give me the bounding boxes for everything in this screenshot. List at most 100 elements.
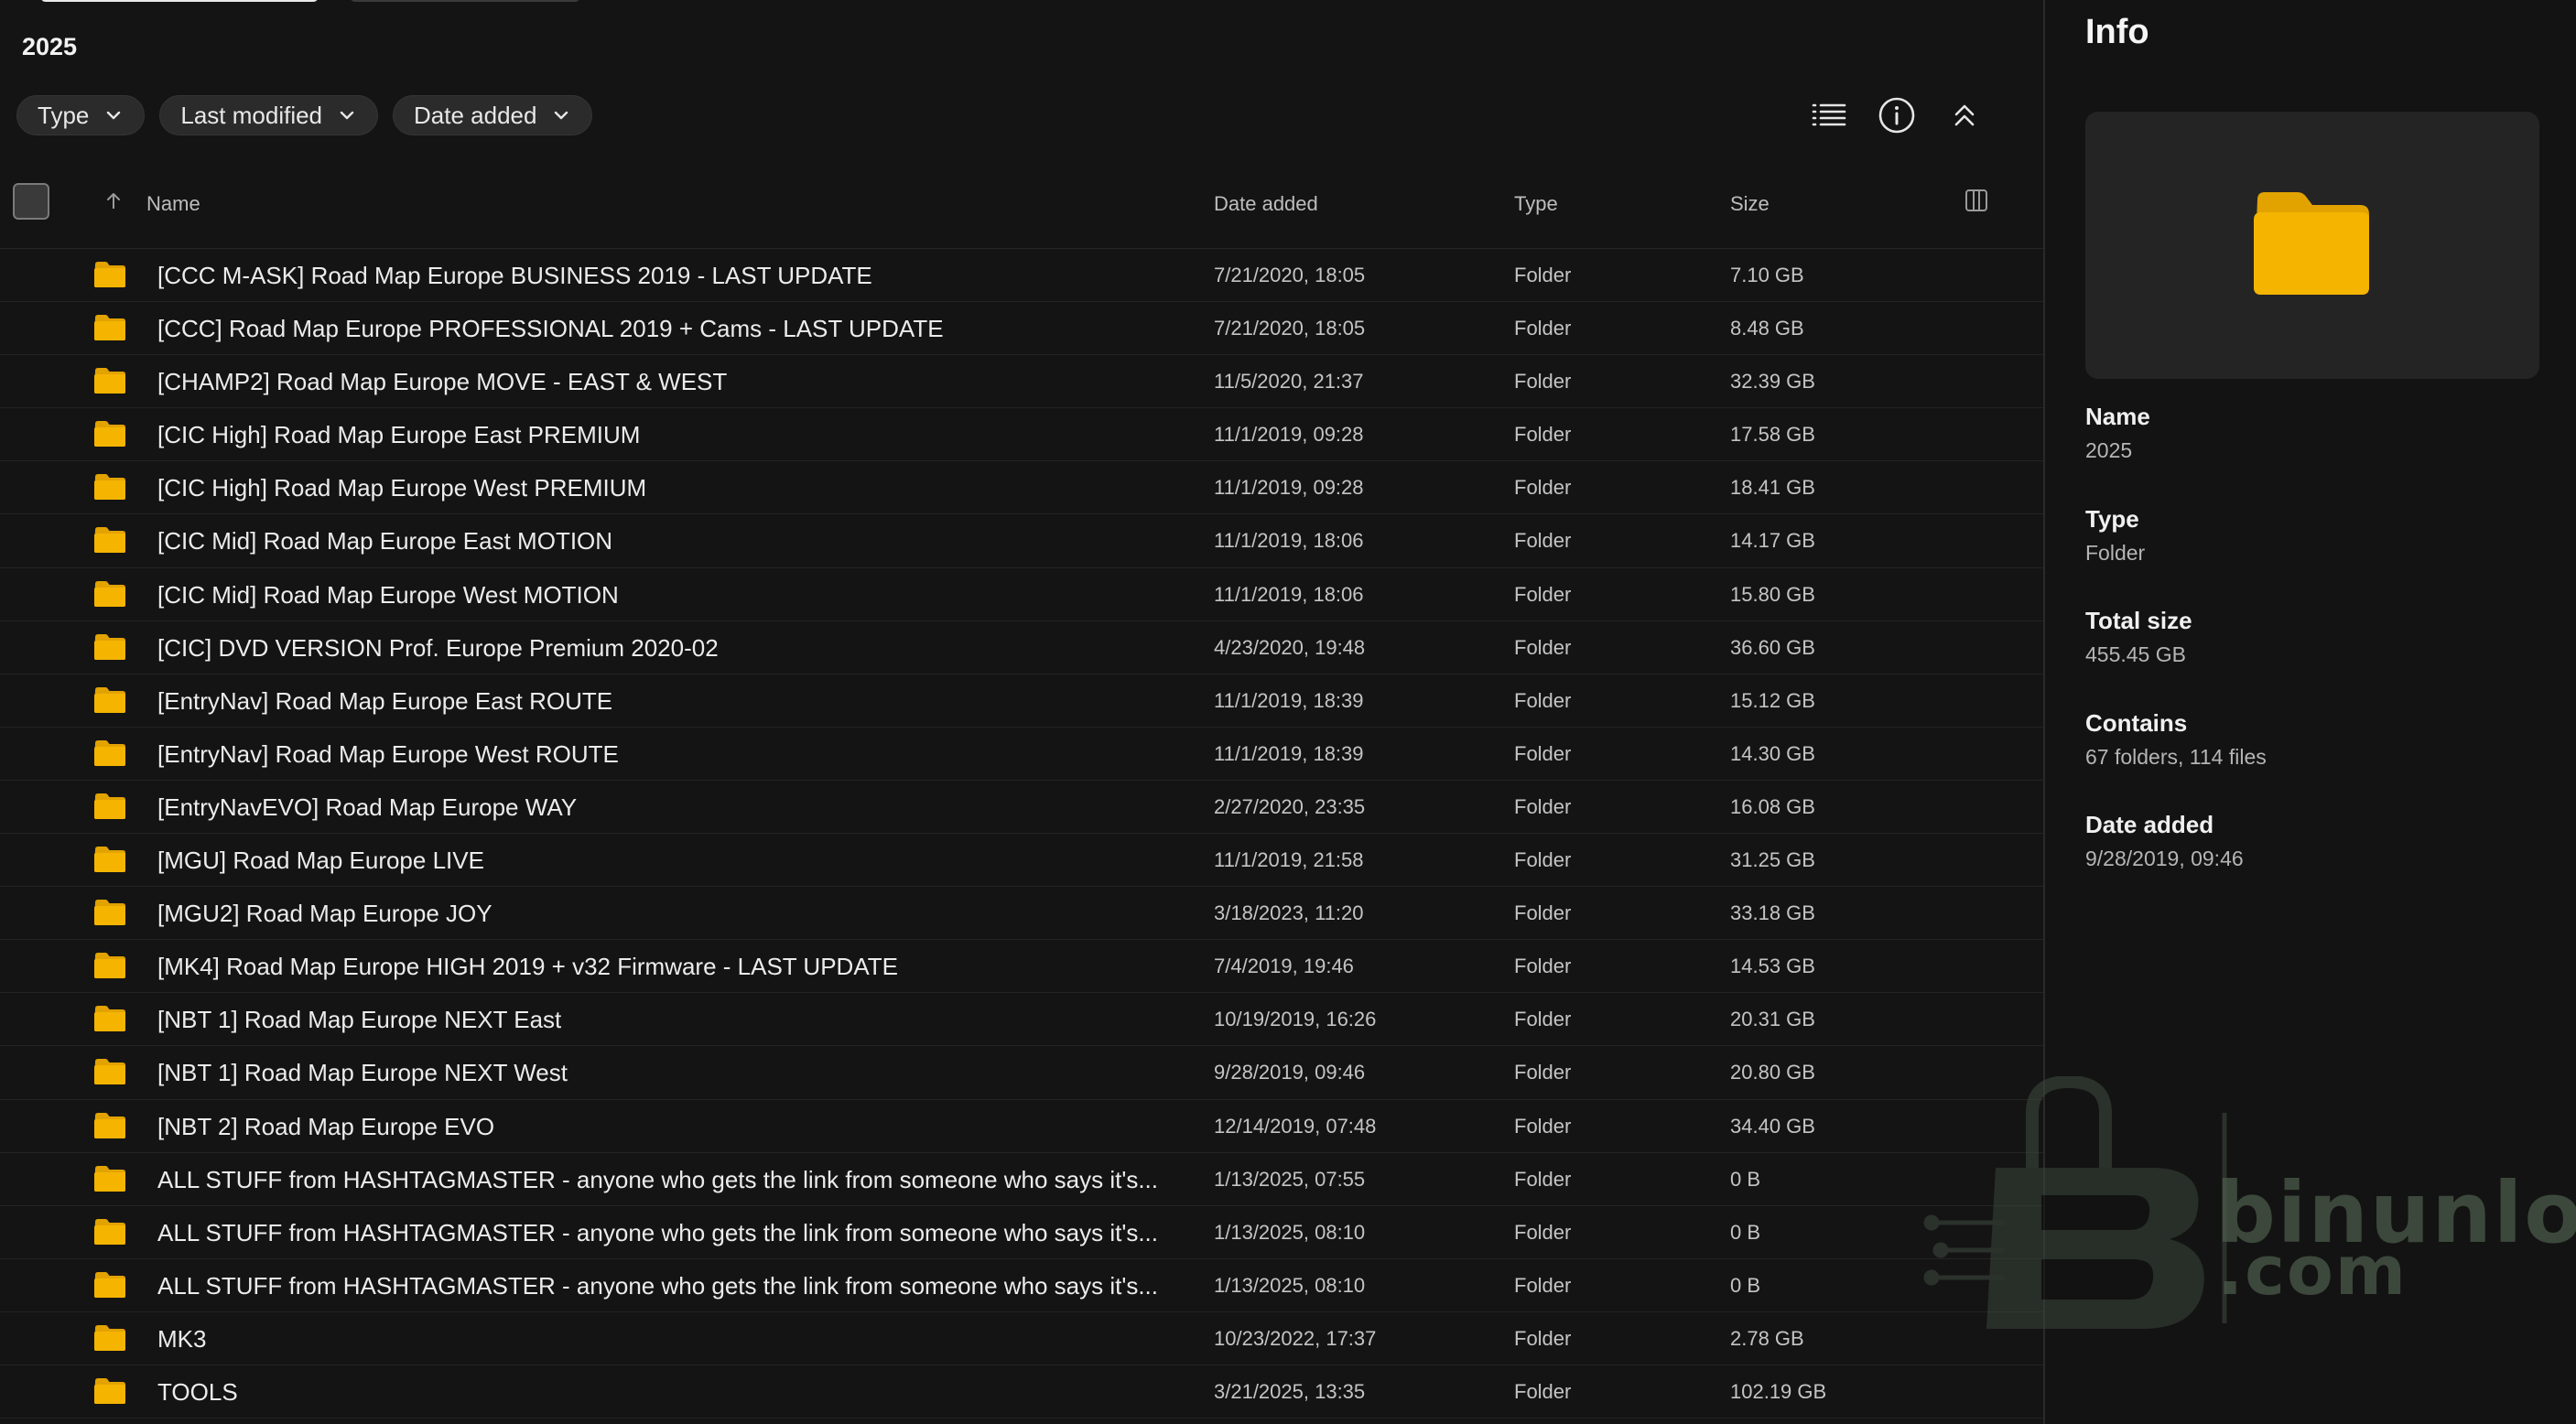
table-row[interactable]: [CIC High] Road Map Europe West PREMIUM 1…: [0, 461, 2043, 515]
table-row[interactable]: [EntryNav] Road Map Europe West ROUTE 11/…: [0, 728, 2043, 781]
file-date-added: 11/1/2019, 18:06: [1214, 582, 1364, 606]
file-size: 36.60 GB: [1730, 635, 1815, 659]
column-header-size[interactable]: Size: [1730, 192, 1770, 216]
file-date-added: 11/1/2019, 09:28: [1214, 476, 1364, 500]
table-row[interactable]: [MK4] Road Map Europe HIGH 2019 + v32 Fi…: [0, 940, 2043, 994]
file-size: 14.30 GB: [1730, 741, 1815, 765]
info-property-key: Total size: [2085, 607, 2192, 634]
file-size: 31.25 GB: [1730, 848, 1815, 872]
table-row[interactable]: [CCC] Road Map Europe PROFESSIONAL 2019 …: [0, 302, 2043, 356]
file-name[interactable]: ALL STUFF from HASHTAGMASTER - anyone wh…: [157, 1272, 1158, 1300]
column-header-name[interactable]: Name: [146, 192, 200, 216]
info-property-key: Contains: [2085, 709, 2188, 737]
file-name[interactable]: [EntryNav] Road Map Europe East ROUTE: [157, 687, 612, 716]
file-name[interactable]: ALL STUFF from HASHTAGMASTER - anyone wh…: [157, 1219, 1158, 1247]
file-name[interactable]: [CIC Mid] Road Map Europe West MOTION: [157, 581, 619, 610]
file-date-added: 12/14/2019, 07:48: [1214, 1114, 1377, 1138]
info-property-key: Type: [2085, 505, 2139, 533]
info-property-value: 9/28/2019, 09:46: [2085, 847, 2244, 870]
folder-icon: [94, 262, 125, 287]
file-size: 2.78 GB: [1730, 1326, 1804, 1350]
info-property: Date added 9/28/2019, 09:46: [2085, 811, 2244, 871]
collapse-icon[interactable]: [1944, 93, 1985, 137]
file-name[interactable]: [CIC High] Road Map Europe East PREMIUM: [157, 421, 640, 449]
info-icon[interactable]: [1877, 93, 1917, 137]
table-row[interactable]: [CIC High] Road Map Europe East PREMIUM 1…: [0, 408, 2043, 462]
file-date-added: 1/13/2025, 07:55: [1214, 1167, 1366, 1191]
filter-last-modified-button[interactable]: Last modified: [159, 95, 379, 135]
filter-date-added-button[interactable]: Date added: [393, 95, 593, 135]
file-name[interactable]: [CIC Mid] Road Map Europe East MOTION: [157, 527, 612, 556]
file-name[interactable]: [CIC] DVD VERSION Prof. Europe Premium 2…: [157, 634, 719, 663]
file-name[interactable]: [NBT 1] Road Map Europe NEXT West: [157, 1059, 568, 1087]
table-row[interactable]: [EntryNav] Road Map Europe East ROUTE 11/…: [0, 674, 2043, 728]
table-row[interactable]: [MGU] Road Map Europe LIVE 11/1/2019, 21:…: [0, 834, 2043, 888]
table-row[interactable]: [NBT 2] Road Map Europe EVO 12/14/2019, 0…: [0, 1100, 2043, 1153]
file-size: 0 B: [1730, 1273, 1761, 1297]
file-list: [CCC M-ASK] Road Map Europe BUSINESS 201…: [0, 249, 2043, 1419]
column-header-type[interactable]: Type: [1514, 192, 1558, 216]
filter-type-button[interactable]: Type: [16, 95, 146, 135]
file-date-added: 9/28/2019, 09:46: [1214, 1061, 1366, 1084]
folder-icon: [94, 580, 125, 607]
table-row[interactable]: [CHAMP2] Road Map Europe MOVE - EAST & W…: [0, 355, 2043, 409]
file-type: Folder: [1514, 794, 1572, 818]
file-name[interactable]: TOOLS: [157, 1378, 238, 1407]
folder-icon: [94, 474, 125, 501]
table-row[interactable]: ALL STUFF from HASHTAGMASTER - anyone wh…: [0, 1259, 2043, 1312]
chevron-down-icon: [103, 105, 124, 125]
file-name[interactable]: [CHAMP2] Road Map Europe MOVE - EAST & W…: [157, 368, 727, 396]
file-name[interactable]: ALL STUFF from HASHTAGMASTER - anyone wh…: [157, 1166, 1158, 1194]
table-row[interactable]: [CIC Mid] Road Map Europe East MOTION 11/…: [0, 514, 2043, 568]
folder-icon: [94, 1377, 125, 1404]
file-type: Folder: [1514, 688, 1572, 712]
file-browser-main: 2025 Type Last modified Date added Name …: [0, 0, 2043, 1424]
table-row[interactable]: [CIC] DVD VERSION Prof. Europe Premium 2…: [0, 621, 2043, 674]
file-date-added: 3/21/2025, 13:35: [1214, 1379, 1366, 1403]
table-row[interactable]: [EntryNavEVO] Road Map Europe WAY 2/27/20…: [0, 781, 2043, 835]
table-row[interactable]: [CCC M-ASK] Road Map Europe BUSINESS 201…: [0, 249, 2043, 303]
table-row[interactable]: [NBT 1] Road Map Europe NEXT East 10/19/2…: [0, 993, 2043, 1047]
file-name[interactable]: [MGU] Road Map Europe LIVE: [157, 847, 484, 875]
table-row[interactable]: [CIC Mid] Road Map Europe West MOTION 11/…: [0, 568, 2043, 621]
tab-inactive[interactable]: [350, 0, 580, 2]
file-name[interactable]: [CIC High] Road Map Europe West PREMIUM: [157, 474, 646, 502]
file-size: 14.17 GB: [1730, 529, 1815, 553]
table-row[interactable]: MK3 10/23/2022, 17:37 Folder 2.78 GB: [0, 1312, 2043, 1365]
file-name[interactable]: [EntryNav] Road Map Europe West ROUTE: [157, 740, 619, 769]
column-header-date-added[interactable]: Date added: [1214, 192, 1318, 216]
file-date-added: 11/1/2019, 18:39: [1214, 741, 1364, 765]
file-size: 0 B: [1730, 1220, 1761, 1244]
file-name[interactable]: [MK4] Road Map Europe HIGH 2019 + v32 Fi…: [157, 953, 898, 981]
tab-active[interactable]: [40, 0, 319, 2]
sort-up-icon[interactable]: [101, 189, 126, 214]
file-type: Folder: [1514, 1167, 1572, 1191]
file-date-added: 11/1/2019, 18:39: [1214, 688, 1364, 712]
info-property: Name 2025: [2085, 403, 2150, 463]
folder-icon: [94, 1324, 125, 1351]
file-name[interactable]: [EntryNavEVO] Road Map Europe WAY: [157, 793, 577, 822]
file-date-added: 1/13/2025, 08:10: [1214, 1273, 1366, 1297]
select-all-checkbox[interactable]: [13, 183, 49, 220]
table-row[interactable]: ALL STUFF from HASHTAGMASTER - anyone wh…: [0, 1206, 2043, 1259]
file-name[interactable]: MK3: [157, 1325, 206, 1354]
file-name[interactable]: [CCC] Road Map Europe PROFESSIONAL 2019 …: [157, 315, 944, 343]
file-name[interactable]: [CCC M-ASK] Road Map Europe BUSINESS 201…: [157, 262, 872, 290]
file-type: Folder: [1514, 370, 1572, 394]
columns-icon[interactable]: [1963, 187, 1990, 214]
file-date-added: 3/18/2023, 11:20: [1214, 901, 1364, 925]
file-date-added: 10/23/2022, 17:37: [1214, 1326, 1377, 1350]
file-date-added: 7/21/2020, 18:05: [1214, 317, 1366, 340]
file-name[interactable]: [MGU2] Road Map Europe JOY: [157, 900, 492, 928]
table-row[interactable]: [MGU2] Road Map Europe JOY 3/18/2023, 11:…: [0, 887, 2043, 941]
list-view-icon[interactable]: [1809, 93, 1849, 137]
file-date-added: 11/1/2019, 21:58: [1214, 848, 1364, 872]
file-name[interactable]: [NBT 1] Road Map Europe NEXT East: [157, 1006, 561, 1034]
folder-icon: [94, 953, 125, 979]
file-name[interactable]: [NBT 2] Road Map Europe EVO: [157, 1113, 494, 1141]
file-size: 15.12 GB: [1730, 688, 1815, 712]
table-row[interactable]: TOOLS 3/21/2025, 13:35 Folder 102.19 GB: [0, 1365, 2043, 1419]
file-type: Folder: [1514, 582, 1572, 606]
table-row[interactable]: ALL STUFF from HASHTAGMASTER - anyone wh…: [0, 1153, 2043, 1206]
table-row[interactable]: [NBT 1] Road Map Europe NEXT West 9/28/20…: [0, 1046, 2043, 1100]
